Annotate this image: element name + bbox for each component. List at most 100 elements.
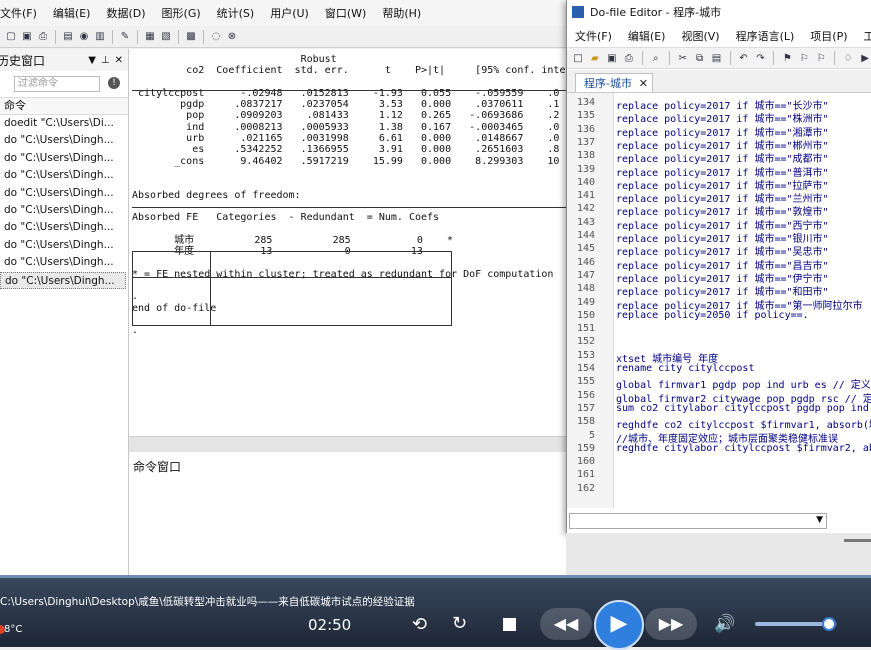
menu-item[interactable]: 编辑(E) [45, 5, 99, 21]
volume-slider-knob[interactable] [822, 617, 836, 631]
code-line[interactable]: reghdfe citylabor citylccpost $firmvar2,… [616, 443, 871, 454]
run-icon[interactable]: ▶ [858, 51, 871, 65]
copy-icon[interactable]: ⧉ [693, 51, 707, 65]
line-number: 155 [576, 376, 595, 388]
history-item[interactable]: do "C:\Users\Dingh... [0, 254, 126, 271]
save-icon[interactable]: ▣ [20, 30, 34, 44]
editor-navigation-dropdown[interactable]: ▼ [569, 513, 827, 529]
stop-icon[interactable] [503, 618, 516, 631]
data-browser-icon[interactable]: ▧ [159, 30, 173, 44]
refresh-icon[interactable]: ↻ [452, 613, 467, 634]
open-icon[interactable]: ▢ [4, 30, 18, 44]
show-file-icon[interactable]: ♢ [841, 51, 855, 65]
history-filter-input[interactable]: 过滤命令 [14, 76, 100, 92]
code-line[interactable]: replace policy=2050 if policy==. [616, 310, 809, 321]
history-item[interactable]: do "C:\Users\Dingh... [0, 150, 126, 167]
print-icon[interactable]: ⎙ [36, 30, 50, 44]
line-number: 139 [576, 163, 595, 175]
menu-item[interactable]: 窗口(W) [317, 5, 374, 21]
editor-app-icon [572, 6, 584, 18]
filter-icon[interactable]: ▼ [88, 55, 96, 66]
variables-manager-icon[interactable]: ▩ [184, 30, 198, 44]
line-number: 159 [576, 442, 595, 454]
print-icon[interactable]: ⎙ [622, 51, 636, 65]
pin-icon[interactable]: ⊥ [101, 55, 110, 66]
line-number: 138 [576, 150, 595, 162]
break-icon[interactable]: ⊗ [225, 30, 239, 44]
stata-menubar: 文件(F) 编辑(E) 数据(D) 图形(G) 统计(S) 用户(U) 窗口(W) 帮助(H) [0, 0, 566, 26]
paste-icon[interactable]: ▤ [710, 51, 724, 65]
line-number: 135 [576, 110, 595, 122]
code-line[interactable]: rename city citylccpost [616, 363, 754, 374]
play-icon[interactable]: ▶ [594, 600, 644, 650]
close-icon[interactable]: ✕ [115, 55, 123, 66]
history-item[interactable]: doedit "C:\Users\Di... [0, 115, 126, 132]
tab-close-icon[interactable]: ✕ [639, 77, 648, 90]
menu-item[interactable]: 文件(F) [0, 5, 45, 21]
code-line[interactable]: sum co2 citylabor citylccpost pgdp pop i… [616, 403, 869, 414]
cut-icon[interactable]: ✂ [676, 51, 690, 65]
viewer-icon[interactable]: ◉ [77, 30, 91, 44]
more-icon[interactable]: ◌ [209, 30, 223, 44]
undo-icon[interactable]: ↶ [737, 51, 751, 65]
graph-icon[interactable]: ▥ [93, 30, 107, 44]
next-bookmark-icon[interactable]: ⚐ [814, 51, 828, 65]
line-number: 136 [576, 123, 595, 135]
history-item[interactable]: do "C:\Users\Dingh... [0, 271, 126, 289]
save-icon[interactable]: ▣ [605, 51, 619, 65]
line-number: 137 [576, 136, 595, 148]
editor-tab[interactable]: 程序-城市 ✕ [575, 73, 653, 92]
history-item[interactable]: do "C:\Users\Dingh... [0, 219, 126, 236]
toolbar-divider [137, 29, 138, 44]
fast-forward-icon[interactable]: ▶▶ [645, 608, 697, 640]
line-number: 150 [576, 309, 595, 321]
bookmark-icon[interactable]: ⚑ [780, 51, 794, 65]
log-icon[interactable]: ▤ [61, 30, 75, 44]
editor-menu-item[interactable]: 编辑(E) [620, 28, 674, 44]
new-file-icon[interactable]: □ [571, 51, 585, 65]
history-item[interactable]: do "C:\Users\Dingh... [0, 237, 126, 254]
fe-table-border [132, 251, 452, 326]
toolbar-divider [729, 51, 731, 65]
menu-item[interactable]: 统计(S) [209, 5, 263, 21]
editor-menu-item[interactable]: 项目(P) [802, 28, 855, 44]
rewind-icon[interactable]: ◀◀ [540, 608, 592, 640]
history-item[interactable]: do "C:\Users\Dingh... [0, 202, 126, 219]
prev-bookmark-icon[interactable]: ⚐ [797, 51, 811, 65]
toolbar-divider [55, 29, 56, 44]
editor-menu-item[interactable]: 文件(F) [567, 28, 620, 44]
editor-menu-item[interactable]: 程序语言(L) [728, 28, 803, 44]
line-number: 161 [576, 469, 595, 481]
menu-item[interactable]: 图形(G) [154, 5, 209, 21]
find-icon[interactable]: ⌕ [649, 51, 663, 65]
loop-icon[interactable]: ⟲ [412, 614, 427, 635]
open-folder-icon[interactable]: ▰ [588, 51, 602, 65]
line-number: 149 [576, 296, 595, 308]
info-icon[interactable]: ! [108, 77, 120, 89]
redo-icon[interactable]: ↷ [753, 51, 767, 65]
history-item[interactable]: do "C:\Users\Dingh... [0, 167, 126, 184]
history-panel: 历史窗口 ▼ ⊥ ✕ 过滤命令 ! 命令 doedit "C:\Users\Di… [0, 49, 129, 575]
line-number: 142 [576, 203, 595, 215]
menu-item[interactable]: 帮助(H) [374, 5, 429, 21]
results-scrollbar[interactable] [129, 436, 567, 453]
editor-menu-item[interactable]: 视图(V) [673, 28, 727, 44]
line-number: 153 [576, 349, 595, 361]
results-rule [132, 90, 567, 91]
scrollbar-thumb[interactable] [844, 539, 871, 542]
history-item[interactable]: do "C:\Users\Dingh... [0, 132, 126, 149]
history-column-header[interactable]: 命令 [0, 97, 128, 115]
data-editor-icon[interactable]: ▦ [143, 30, 157, 44]
volume-icon[interactable]: 🔊 [714, 614, 735, 634]
history-item[interactable]: do "C:\Users\Dingh... [0, 185, 126, 202]
doedit-icon[interactable]: ✎ [118, 30, 132, 44]
line-number: 160 [576, 456, 595, 468]
code-area[interactable]: replace policy=2017 if 城市=="长沙市" replace … [614, 93, 871, 508]
menu-item[interactable]: 数据(D) [98, 5, 153, 21]
editor-menu-item[interactable]: 工具(T) [856, 28, 871, 44]
line-number-gutter: 134 135 136 137 138 139 140 141 142 143 144 145 146 1… [567, 93, 614, 508]
chevron-down-icon[interactable]: ▼ [816, 515, 823, 525]
seek-bar[interactable] [0, 575, 871, 578]
command-window[interactable]: 命令窗口 [129, 452, 567, 575]
menu-item[interactable]: 用户(U) [262, 5, 317, 21]
